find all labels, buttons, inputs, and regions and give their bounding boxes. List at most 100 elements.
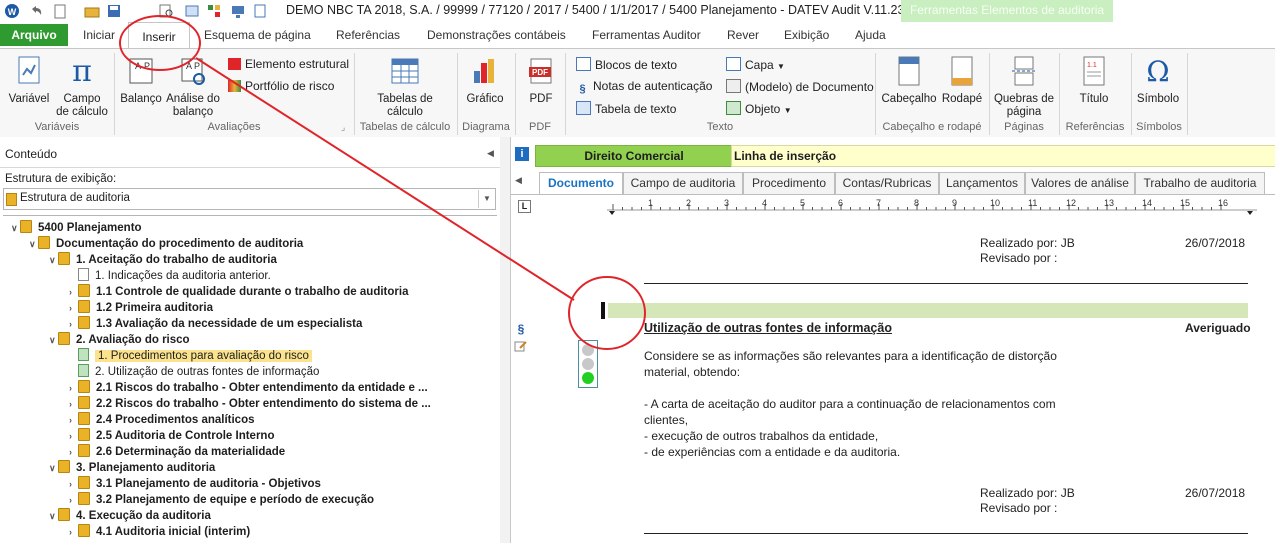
tab-ajuda[interactable]: Ajuda <box>855 28 886 42</box>
rodape-button[interactable]: Rodapé <box>940 55 984 106</box>
tab-campo-de-auditoria[interactable]: Campo de auditoria <box>623 172 743 194</box>
tree-item[interactable]: › 2.2 Riscos do trabalho - Obter entendim… <box>69 396 431 412</box>
tree-item[interactable]: › 2.5 Auditoria de Controle Interno <box>69 428 274 444</box>
collapse-chevron-icon[interactable]: › <box>69 524 78 540</box>
tree-item[interactable]: ∨ 4. Execução da auditoria <box>49 508 211 524</box>
tab-stop-selector-icon[interactable]: L <box>518 200 531 213</box>
elemento-estrutural-button[interactable]: Elemento estrutural <box>228 57 349 71</box>
cabecalho-button[interactable]: Cabeçalho <box>880 55 938 106</box>
tree-item[interactable]: ∨ Documentação do procedimento de auditor… <box>29 236 303 252</box>
tree-item[interactable]: › 2.4 Procedimentos analíticos <box>69 412 255 428</box>
collapse-chevron-icon[interactable]: › <box>69 412 78 428</box>
collapse-chevron-icon[interactable]: › <box>69 444 78 460</box>
structure-element-icon <box>228 58 241 70</box>
collapse-panel-icon[interactable]: ◀ <box>487 148 494 159</box>
tree-item[interactable]: › 4.1 Auditoria inicial (interim) <box>69 524 250 540</box>
grafico-button[interactable]: Gráfico <box>462 55 508 106</box>
tree-item[interactable]: › 1.3 Avaliação da necessidade de um espe… <box>69 316 362 332</box>
variavel-button[interactable]: Variável <box>6 55 52 106</box>
panel-splitter[interactable] <box>500 137 511 543</box>
tab-demonstracoes-contabeis[interactable]: Demonstrações contábeis <box>427 28 566 42</box>
tree-item[interactable]: 1. Indicações da auditoria anterior. <box>69 268 271 284</box>
paragraph-line: Considere se as informações são relevant… <box>644 349 1057 363</box>
tab-procedimento[interactable]: Procedimento <box>743 172 835 194</box>
titulo-button[interactable]: 1.1 Título <box>1068 55 1120 106</box>
tab-trabalho-de-auditoria[interactable]: Trabalho de auditoria <box>1135 172 1265 194</box>
tabela-texto-button[interactable]: Tabela de texto <box>576 101 676 116</box>
collapse-chevron-icon[interactable]: › <box>69 316 78 332</box>
info-icon[interactable]: i <box>515 147 529 161</box>
capa-button[interactable]: Capa ▼ <box>726 57 785 72</box>
tab-rever[interactable]: Rever <box>727 28 759 42</box>
tree-item[interactable]: › 1.1 Controle de qualidade durante o tra… <box>69 284 408 300</box>
collapse-chevron-icon[interactable]: › <box>69 284 78 300</box>
tree-structure-icon[interactable] <box>206 3 222 19</box>
tab-contas-rubricas[interactable]: Contas/Rubricas <box>835 172 939 194</box>
tabelas-calculo-button[interactable]: Tabelas de cálculo <box>372 55 438 119</box>
tab-valores-de-analise[interactable]: Valores de análise <box>1025 172 1135 194</box>
collapse-chevron-icon[interactable]: › <box>69 428 78 444</box>
tab-inserir[interactable]: Inserir <box>128 22 190 50</box>
notas-autenticacao-button[interactable]: § Notas de autenticação <box>576 79 712 95</box>
tree-item[interactable]: 1. Procedimentos para avaliação do risco <box>69 348 312 364</box>
quebras-pagina-button[interactable]: Quebras de página <box>992 55 1056 119</box>
open-folder-icon[interactable] <box>84 3 100 19</box>
group-pdf-label: PDF <box>529 121 551 133</box>
tree-item[interactable]: ∨ 5400 Planejamento <box>11 220 142 236</box>
tree-item[interactable]: ∨ 1. Aceitação do trabalho de auditoria <box>49 252 277 268</box>
traffic-light[interactable] <box>578 340 598 388</box>
collapse-chevron-icon[interactable]: › <box>69 300 78 316</box>
insert-line-field[interactable]: Linha de inserção <box>731 145 1275 167</box>
tree-item[interactable]: ∨ 2. Avaliação do risco <box>49 332 190 348</box>
tab-exibicao[interactable]: Exibição <box>784 28 829 42</box>
tree-item[interactable]: › 3.2 Planejamento de equipe e período de… <box>69 492 374 508</box>
portfolio-risco-button[interactable]: Portfólio de risco <box>228 79 334 93</box>
tab-iniciar[interactable]: Iniciar <box>83 28 115 42</box>
collapse-chevron-icon[interactable]: › <box>69 492 78 508</box>
tab-ferramentas-auditor[interactable]: Ferramentas Auditor <box>592 28 701 42</box>
new-document-icon[interactable] <box>52 3 68 19</box>
tree-item[interactable]: ∨ 3. Planejamento auditoria <box>49 460 215 476</box>
expand-chevron-icon[interactable]: ∨ <box>49 332 58 348</box>
modelo-documento-button[interactable]: (Modelo) de Documento <box>726 79 874 94</box>
tab-esquema-de-pagina[interactable]: Esquema de página <box>204 28 311 42</box>
dialog-launcher-icon[interactable]: ⌟ <box>341 122 345 133</box>
tab-arquivo[interactable]: Arquivo <box>0 24 68 46</box>
tabs-scroll-left-icon[interactable]: ◀ <box>515 175 522 186</box>
expand-chevron-icon[interactable]: ∨ <box>29 236 38 252</box>
tab-documento[interactable]: Documento <box>539 172 623 195</box>
save-icon[interactable] <box>106 3 122 19</box>
preview-icon[interactable] <box>158 3 174 19</box>
chevron-down-icon[interactable]: ▼ <box>478 190 495 208</box>
ruler[interactable]: 1 2 3 4 5 6 7 8 9 10 11 12 13 14 15 16 <box>607 197 1257 215</box>
blocos-texto-button[interactable]: Blocos de texto <box>576 57 677 72</box>
authentication-note-icon[interactable]: § <box>514 322 528 336</box>
expand-chevron-icon[interactable]: ∨ <box>49 252 58 268</box>
export-icon[interactable] <box>184 3 200 19</box>
simbolo-button[interactable]: Ω Símbolo <box>1134 55 1182 106</box>
analise-balanco-button[interactable]: AP Análise do balanço <box>164 55 222 119</box>
balanco-button[interactable]: AP Balanço <box>118 55 164 106</box>
tree-item[interactable]: › 2.1 Riscos do trabalho - Obter entendim… <box>69 380 428 396</box>
expand-chevron-icon[interactable]: ∨ <box>49 508 58 524</box>
collapse-chevron-icon[interactable]: › <box>69 476 78 492</box>
tree-item[interactable]: 2. Utilização de outras fontes de inform… <box>69 364 319 380</box>
edit-note-icon[interactable] <box>514 340 528 352</box>
undo-icon[interactable] <box>28 3 44 19</box>
tab-referencias[interactable]: Referências <box>336 28 400 42</box>
campo-calculo-button[interactable]: π Campo de cálculo <box>54 54 110 119</box>
attachment-icon[interactable] <box>252 3 268 19</box>
expand-chevron-icon[interactable]: ∨ <box>49 460 58 476</box>
tree-item[interactable]: › 2.6 Determinação da materialidade <box>69 444 285 460</box>
ruler-number: 9 <box>952 198 957 208</box>
collapse-chevron-icon[interactable]: › <box>69 380 78 396</box>
objeto-button[interactable]: Objeto ▼ <box>726 101 792 116</box>
network-icon[interactable] <box>230 3 246 19</box>
expand-chevron-icon[interactable]: ∨ <box>11 220 20 236</box>
tree-item[interactable]: › 3.1 Planejamento de auditoria - Objetiv… <box>69 476 321 492</box>
display-structure-select[interactable]: Estrutura de auditoria ▼ <box>3 188 496 210</box>
tab-lancamentos[interactable]: Lançamentos <box>939 172 1025 194</box>
tree-item[interactable]: › 1.2 Primeira auditoria <box>69 300 213 316</box>
collapse-chevron-icon[interactable]: › <box>69 396 78 412</box>
pdf-button[interactable]: PDF PDF <box>520 55 562 106</box>
